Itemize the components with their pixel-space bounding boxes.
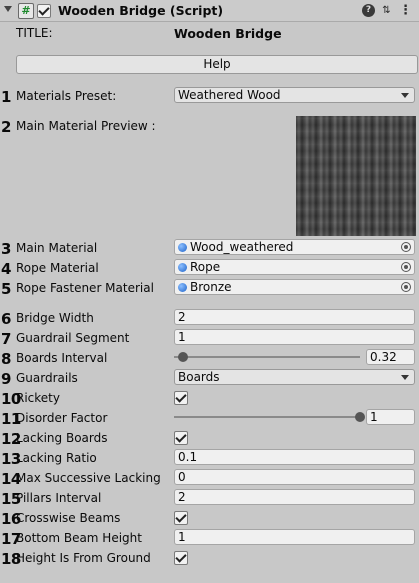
row-number: 8 [1,350,11,368]
boards-interval-slider-track[interactable] [174,356,360,358]
guardrail-segment-label: Guardrail Segment [16,331,130,345]
max-successive-lacking-input[interactable]: 0 [174,469,415,485]
dropdown-arrow-icon [401,375,409,380]
guardrails-dropdown[interactable]: Boards [174,369,415,385]
crosswise-beams-checkbox[interactable] [174,511,188,525]
guardrails-label: Guardrails [16,371,78,385]
disorder-factor-input[interactable]: 1 [366,409,415,425]
row-number: 6 [1,310,11,328]
boards-interval-label: Boards Interval [16,351,108,365]
materials-preset-value: Weathered Wood [178,88,281,102]
rope-material-label: Rope Material [16,261,99,275]
bottom-beam-height-label: Bottom Beam Height [16,531,142,545]
help-button[interactable]: Help [16,55,418,74]
main-material-field[interactable]: Wood_weathered [174,239,415,255]
main-material-preview-label: Main Material Preview : [16,119,156,133]
help-icon[interactable]: ? [362,4,375,17]
context-menu-icon[interactable]: ⋮ [399,4,412,17]
row-number: 7 [1,330,11,348]
guardrails-value: Boards [178,370,220,384]
material-icon [178,243,187,252]
height-is-from-ground-label: Height Is From Ground [16,551,151,565]
max-successive-lacking-label: Max Successive Lacking [16,471,161,485]
bridge-width-label: Bridge Width [16,311,94,325]
title-label: TITLE: [16,26,53,40]
row-number: 9 [1,370,11,388]
rope-material-value: Rope [190,260,221,274]
material-preview-image [296,116,416,236]
row-number: 5 [1,280,11,298]
title-value: Wooden Bridge [174,26,282,41]
main-material-value: Wood_weathered [190,240,294,254]
rope-fastener-material-label: Rope Fastener Material [16,281,154,295]
lacking-ratio-label: Lacking Ratio [16,451,97,465]
lacking-boards-checkbox[interactable] [174,431,188,445]
disorder-factor-slider-track[interactable] [174,416,360,418]
disorder-factor-slider-handle[interactable] [355,412,365,422]
lacking-boards-label: Lacking Boards [16,431,108,445]
guardrail-segment-input[interactable]: 1 [174,329,415,345]
rickety-checkbox[interactable] [174,391,188,405]
component-header: # Wooden Bridge (Script) ? ⇅ ⋮ [0,0,419,22]
height-is-from-ground-checkbox[interactable] [174,551,188,565]
row-number: 4 [1,260,11,278]
rickety-label: Rickety [16,391,60,405]
disorder-factor-label: Disorder Factor [16,411,108,425]
main-material-label: Main Material [16,241,98,255]
foldout-arrow-icon[interactable] [4,6,12,12]
bottom-beam-height-input[interactable]: 1 [174,529,415,545]
materials-preset-dropdown[interactable]: Weathered Wood [174,87,415,103]
object-picker-icon[interactable] [401,242,411,252]
row-number: 1 [1,88,11,106]
lacking-ratio-input[interactable]: 0.1 [174,449,415,465]
crosswise-beams-label: Crosswise Beams [16,511,121,525]
rope-material-field[interactable]: Rope [174,259,415,275]
bridge-width-input[interactable]: 2 [174,309,415,325]
material-icon [178,263,187,272]
rope-fastener-material-value: Bronze [190,280,232,294]
dropdown-arrow-icon [401,93,409,98]
presets-icon[interactable]: ⇅ [380,4,393,17]
object-picker-icon[interactable] [401,282,411,292]
component-enabled-checkbox[interactable] [37,4,51,18]
component-title: Wooden Bridge (Script) [58,3,224,18]
rope-fastener-material-field[interactable]: Bronze [174,279,415,295]
material-icon [178,283,187,292]
boards-interval-input[interactable]: 0.32 [366,349,415,365]
pillars-interval-input[interactable]: 2 [174,489,415,505]
pillars-interval-label: Pillars Interval [16,491,102,505]
script-icon: # [18,3,34,19]
materials-preset-label: Materials Preset: [16,89,117,103]
object-picker-icon[interactable] [401,262,411,272]
boards-interval-slider-handle[interactable] [178,352,189,362]
row-number: 2 [1,118,11,136]
row-number: 3 [1,240,11,258]
